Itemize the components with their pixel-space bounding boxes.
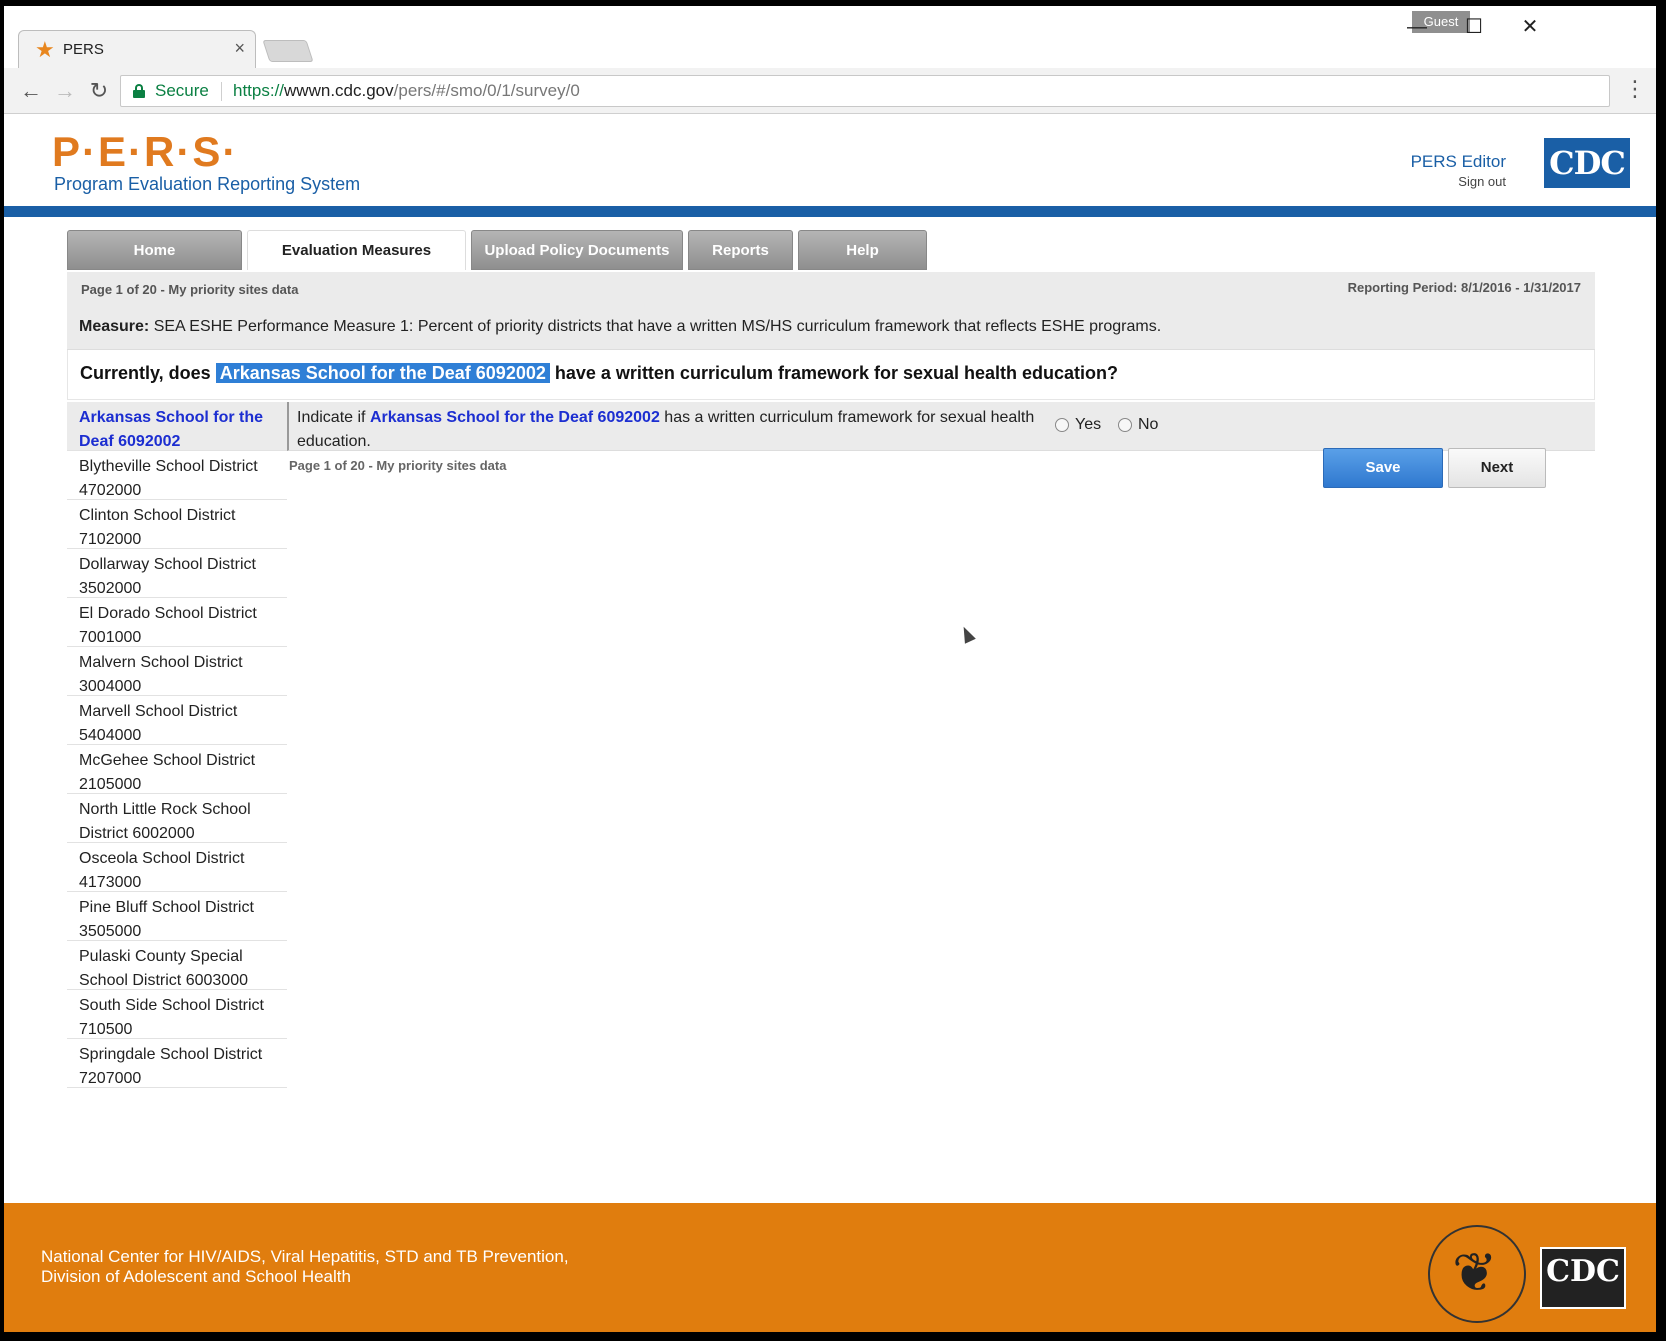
site-item[interactable]: South Side School District 710500 xyxy=(67,990,287,1039)
cdc-footer-logo[interactable]: CDC xyxy=(1540,1247,1626,1309)
radio-yes[interactable] xyxy=(1055,418,1069,432)
tab-reports[interactable]: Reports xyxy=(688,230,793,270)
site-item[interactable]: El Dorado School District 7001000 xyxy=(67,598,287,647)
survey-question: Currently, does Arkansas School for the … xyxy=(67,350,1595,400)
page-info-bottom: Page 1 of 20 - My priority sites data xyxy=(289,458,507,473)
radio-no[interactable] xyxy=(1118,418,1132,432)
measure-text: SEA ESHE Performance Measure 1: Percent … xyxy=(153,318,1162,335)
browser-window: ★ PERS × Guest — ☐ ✕ ← → ↻ Secure https:… xyxy=(4,6,1656,1332)
answer-row: Indicate if Arkansas School for the Deaf… xyxy=(287,402,1595,451)
save-button[interactable]: Save xyxy=(1323,448,1443,488)
browser-tab[interactable]: ★ PERS × xyxy=(18,30,256,68)
question-site-highlight: Arkansas School for the Deaf 6092002 xyxy=(215,363,550,383)
browser-menu-icon[interactable]: ⋮ xyxy=(1624,76,1646,102)
site-item[interactable]: North Little Rock School District 6002000 xyxy=(67,794,287,843)
tab-title: PERS xyxy=(63,41,104,58)
maximize-icon[interactable]: ☐ xyxy=(1454,12,1494,42)
reload-icon[interactable]: ↻ xyxy=(84,76,114,106)
minimize-icon[interactable]: — xyxy=(1397,12,1437,42)
site-footer: National Center for HIV/AIDS, Viral Hepa… xyxy=(4,1203,1656,1332)
lock-icon xyxy=(133,84,145,98)
title-bar: ★ PERS × Guest — ☐ ✕ xyxy=(4,6,1656,68)
site-item[interactable]: Springdale School District 7207000 xyxy=(67,1039,287,1088)
browser-toolbar: ← → ↻ Secure https://wwwn.cdc.gov/pers/#… xyxy=(4,68,1656,114)
site-item[interactable]: Malvern School District 3004000 xyxy=(67,647,287,696)
tab-evaluation-measures-reporting[interactable]: Evaluation Measures Reporting xyxy=(247,230,466,299)
site-item[interactable]: Blytheville School District 4702000 xyxy=(67,451,287,500)
cdc-logo[interactable]: CDC xyxy=(1544,138,1630,188)
new-tab-button[interactable] xyxy=(262,40,314,62)
site-item[interactable]: Clinton School District 7102000 xyxy=(67,500,287,549)
close-window-icon[interactable]: ✕ xyxy=(1510,12,1550,42)
radio-yes-label[interactable]: Yes xyxy=(1075,416,1101,434)
page-info-bar: Page 1 of 20 - My priority sites data Re… xyxy=(67,272,1595,306)
tab-close-icon[interactable]: × xyxy=(234,38,245,59)
tab-help[interactable]: Help xyxy=(798,230,927,270)
site-item[interactable]: Arkansas School for the Deaf 6092002 xyxy=(67,402,287,451)
secure-label: Secure xyxy=(155,81,209,100)
user-name-link[interactable]: PERS Editor xyxy=(1411,152,1506,172)
page-info: Page 1 of 20 - My priority sites data xyxy=(81,282,299,297)
site-item[interactable]: Pine Bluff School District 3505000 xyxy=(67,892,287,941)
back-arrow-icon[interactable]: ← xyxy=(16,76,46,106)
site-list: Arkansas School for the Deaf 6092002 Blyt… xyxy=(67,402,287,1088)
site-item[interactable]: Dollarway School District 3502000 xyxy=(67,549,287,598)
measure-label: Measure: xyxy=(79,318,150,335)
site-header: P·E·R·S· Program Evaluation Reporting Sy… xyxy=(4,114,1656,212)
forward-arrow-icon[interactable]: → xyxy=(50,76,80,106)
sign-out-link[interactable]: Sign out xyxy=(1458,174,1506,189)
tab-upload-policy-documents[interactable]: Upload Policy Documents xyxy=(471,230,683,270)
tab-home[interactable]: Home xyxy=(67,230,242,270)
next-button[interactable]: Next xyxy=(1448,448,1546,488)
site-item[interactable]: McGehee School District 2105000 xyxy=(67,745,287,794)
footer-text: National Center for HIV/AIDS, Viral Hepa… xyxy=(41,1247,569,1286)
site-subtitle: Program Evaluation Reporting System xyxy=(54,174,361,194)
address-bar[interactable]: Secure https://wwwn.cdc.gov/pers/#/smo/0… xyxy=(120,75,1610,107)
header-divider xyxy=(4,206,1656,217)
answer-prompt: Indicate if Arkansas School for the Deaf… xyxy=(297,409,1035,450)
site-item[interactable]: Marvell School District 5404000 xyxy=(67,696,287,745)
url-text[interactable]: https://wwwn.cdc.gov/pers/#/smo/0/1/surv… xyxy=(233,81,580,101)
hhs-seal-icon[interactable]: ❦ xyxy=(1428,1225,1526,1323)
radio-no-label[interactable]: No xyxy=(1138,416,1158,434)
site-item[interactable]: Osceola School District 4173000 xyxy=(67,843,287,892)
mouse-cursor-icon xyxy=(958,624,976,644)
measure-description: Measure: SEA ESHE Performance Measure 1:… xyxy=(67,306,1595,350)
favicon-star-icon: ★ xyxy=(35,37,55,62)
reporting-period: Reporting Period: 8/1/2016 - 1/31/2017 xyxy=(1347,280,1581,295)
site-item[interactable]: Pulaski County Special School District 60… xyxy=(67,941,287,990)
pers-logo[interactable]: P·E·R·S· xyxy=(52,128,238,176)
